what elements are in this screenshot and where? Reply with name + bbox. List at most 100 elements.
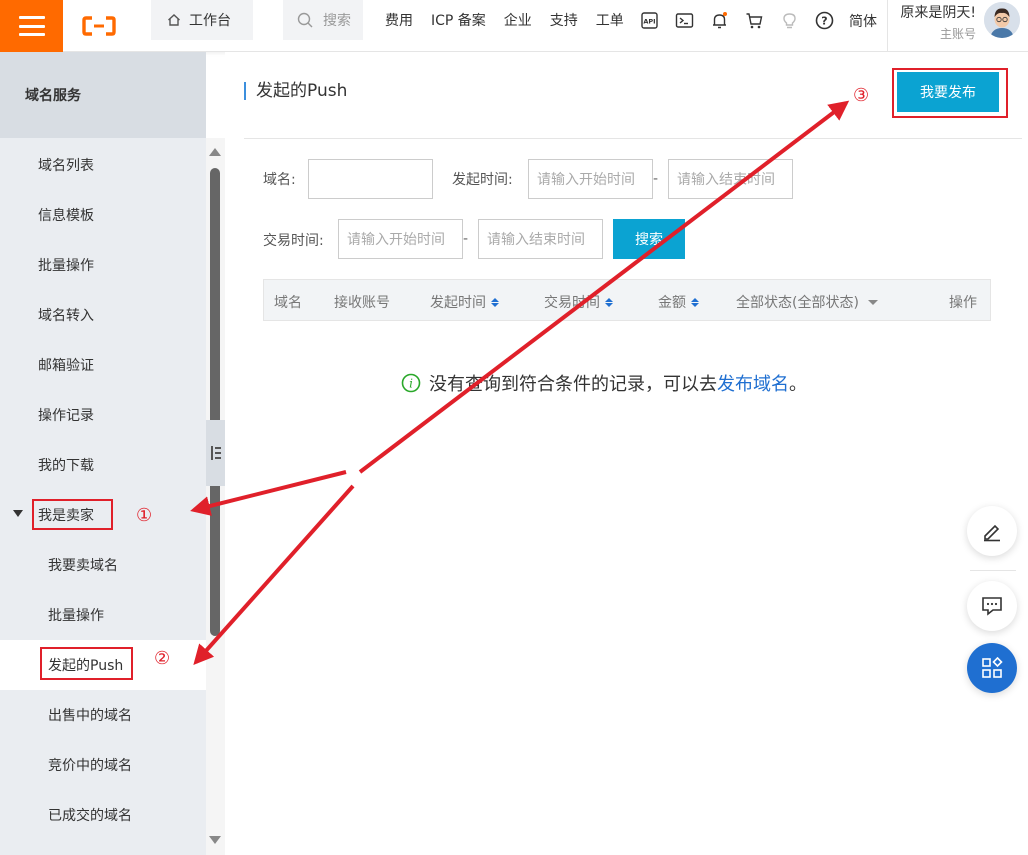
svg-text:i: i <box>409 377 413 391</box>
sort-icon <box>605 297 613 307</box>
chevron-down-icon <box>867 299 878 305</box>
lightbulb-icon[interactable] <box>780 11 799 30</box>
sidebar-title: 域名服务 <box>0 52 206 138</box>
menu-icon <box>18 16 45 36</box>
sidebar-item-domain-list[interactable]: 域名列表 <box>0 140 206 190</box>
empty-message: 没有查询到符合条件的记录，可以去 <box>429 374 717 395</box>
help-icon[interactable]: ? <box>815 11 834 30</box>
th-trade-time-label: 交易时间 <box>544 295 600 311</box>
top-nav-links: 费用 ICP 备案 企业 支持 工单 <box>385 0 624 40</box>
trade-time-label: 交易时间: <box>263 233 324 249</box>
th-status-label: 全部状态(全部状态) <box>736 295 859 311</box>
sort-icon <box>691 297 699 307</box>
user-role: 主账号 <box>939 27 976 41</box>
collapse-icon <box>210 446 221 460</box>
workbench-button[interactable]: 工作台 <box>151 0 253 40</box>
nav-fees[interactable]: 费用 <box>385 10 413 30</box>
th-trade-time[interactable]: 交易时间 <box>544 292 613 312</box>
th-initiate-time[interactable]: 发起时间 <box>430 292 499 312</box>
trade-end-input[interactable]: 请输入结束时间 <box>478 219 603 259</box>
search-icon <box>297 12 313 28</box>
edit-fab-button[interactable] <box>967 506 1017 556</box>
sidebar-item-sold[interactable]: 已成交的域名 <box>0 790 206 840</box>
nav-enterprise[interactable]: 企业 <box>504 10 532 30</box>
caret-down-icon <box>13 510 23 517</box>
sidebar-item-op-log[interactable]: 操作记录 <box>0 390 206 440</box>
annotation-box-push <box>40 647 133 680</box>
sort-icon <box>491 297 499 307</box>
scrollbar-thumb[interactable] <box>210 168 220 636</box>
apps-icon <box>982 656 1003 678</box>
main-content: 发起的Push 我要发布 域名: 发起时间: 请输入开始时间 - 请输入结束时间… <box>225 52 1028 855</box>
edit-icon <box>984 524 1000 542</box>
search-placeholder: 搜索 <box>323 13 351 29</box>
empty-state: i 没有查询到符合条件的记录，可以去发布域名。 <box>401 370 807 396</box>
topbar-divider <box>887 0 888 52</box>
sidebar-item-on-sale[interactable]: 出售中的域名 <box>0 690 206 740</box>
initiate-start-input[interactable]: 请输入开始时间 <box>528 159 653 199</box>
user-info[interactable]: 原来是阴天! 主账号 <box>896 2 976 42</box>
th-actions: 操作 <box>949 295 977 311</box>
sidebar-collapse-handle[interactable] <box>206 420 225 486</box>
domain-filter-input[interactable] <box>308 159 433 199</box>
trade-dash: - <box>463 231 469 247</box>
th-receiver: 接收账号 <box>334 295 390 311</box>
th-amount-label: 金额 <box>658 295 686 311</box>
sidebar-item-sell-domain[interactable]: 我要卖域名 <box>0 540 206 590</box>
logo-icon <box>82 16 116 36</box>
bell-icon[interactable] <box>710 11 729 30</box>
annotation-marker-2: ② <box>154 648 171 669</box>
sidebar-item-batch-ops[interactable]: 批量操作 <box>0 240 206 290</box>
sidebar-item-seller-batch[interactable]: 批量操作 <box>0 590 206 640</box>
initiate-end-input[interactable]: 请输入结束时间 <box>668 159 793 199</box>
th-status-filter[interactable]: 全部状态(全部状态) <box>736 292 878 312</box>
apps-fab-button[interactable] <box>967 643 1017 693</box>
avatar-icon <box>984 2 1020 38</box>
cart-icon[interactable] <box>745 11 764 30</box>
nav-icp[interactable]: ICP 备案 <box>431 10 486 30</box>
annotation-box-seller <box>32 499 113 530</box>
api-icon[interactable]: API <box>640 11 659 30</box>
top-navigation-bar: 工作台 搜索 费用 ICP 备案 企业 支持 工单 API ? 简体 原来是阴天… <box>0 0 1028 52</box>
avatar[interactable] <box>984 2 1020 38</box>
hamburger-menu-button[interactable] <box>0 0 63 52</box>
annotation-marker-3: ③ <box>853 85 870 106</box>
sidebar-item-email-verify[interactable]: 邮箱验证 <box>0 340 206 390</box>
sidebar-item-bidding[interactable]: 竞价中的域名 <box>0 740 206 790</box>
nav-support[interactable]: 支持 <box>550 10 578 30</box>
th-amount[interactable]: 金额 <box>658 292 699 312</box>
sidebar-item-my-downloads[interactable]: 我的下载 <box>0 440 206 490</box>
terminal-icon[interactable] <box>675 11 694 30</box>
chat-icon <box>982 597 1002 616</box>
th-initiate-time-label: 发起时间 <box>430 295 486 311</box>
page-title: 发起的Push <box>244 82 347 100</box>
feedback-fab-button[interactable] <box>967 581 1017 631</box>
search-input[interactable]: 搜索 <box>283 0 363 40</box>
search-button[interactable]: 搜索 <box>613 219 685 259</box>
fab-divider <box>970 570 1016 571</box>
th-domain: 域名 <box>274 295 302 311</box>
trade-start-input[interactable]: 请输入开始时间 <box>338 219 463 259</box>
sidebar-item-domain-transfer[interactable]: 域名转入 <box>0 290 206 340</box>
initiate-dash: - <box>653 171 659 187</box>
language-switch[interactable]: 简体 <box>849 11 877 31</box>
annotation-marker-1: ① <box>136 505 153 526</box>
top-icon-group: API ? <box>640 0 834 40</box>
sidebar: 域名服务 域名列表 信息模板 批量操作 域名转入 邮箱验证 操作记录 我的下载 … <box>0 52 206 855</box>
svg-text:?: ? <box>821 14 827 27</box>
nav-ticket[interactable]: 工单 <box>596 10 624 30</box>
user-name: 原来是阴天! <box>900 5 976 21</box>
svg-text:API: API <box>643 17 655 25</box>
workbench-label: 工作台 <box>189 13 231 29</box>
info-icon: i <box>401 373 421 393</box>
annotation-box-publish <box>892 68 1008 118</box>
scroll-up-icon[interactable] <box>209 148 221 156</box>
home-icon <box>168 14 180 26</box>
publish-domain-link[interactable]: 发布域名 <box>717 374 789 395</box>
domain-filter-label: 域名: <box>263 172 296 188</box>
aliyun-logo[interactable] <box>63 0 135 52</box>
scroll-down-icon[interactable] <box>209 836 221 844</box>
initiate-time-label: 发起时间: <box>452 172 513 188</box>
table-header: 域名 接收账号 发起时间 交易时间 金额 全部状态(全部状态) 操作 <box>263 279 991 321</box>
sidebar-item-info-template[interactable]: 信息模板 <box>0 190 206 240</box>
